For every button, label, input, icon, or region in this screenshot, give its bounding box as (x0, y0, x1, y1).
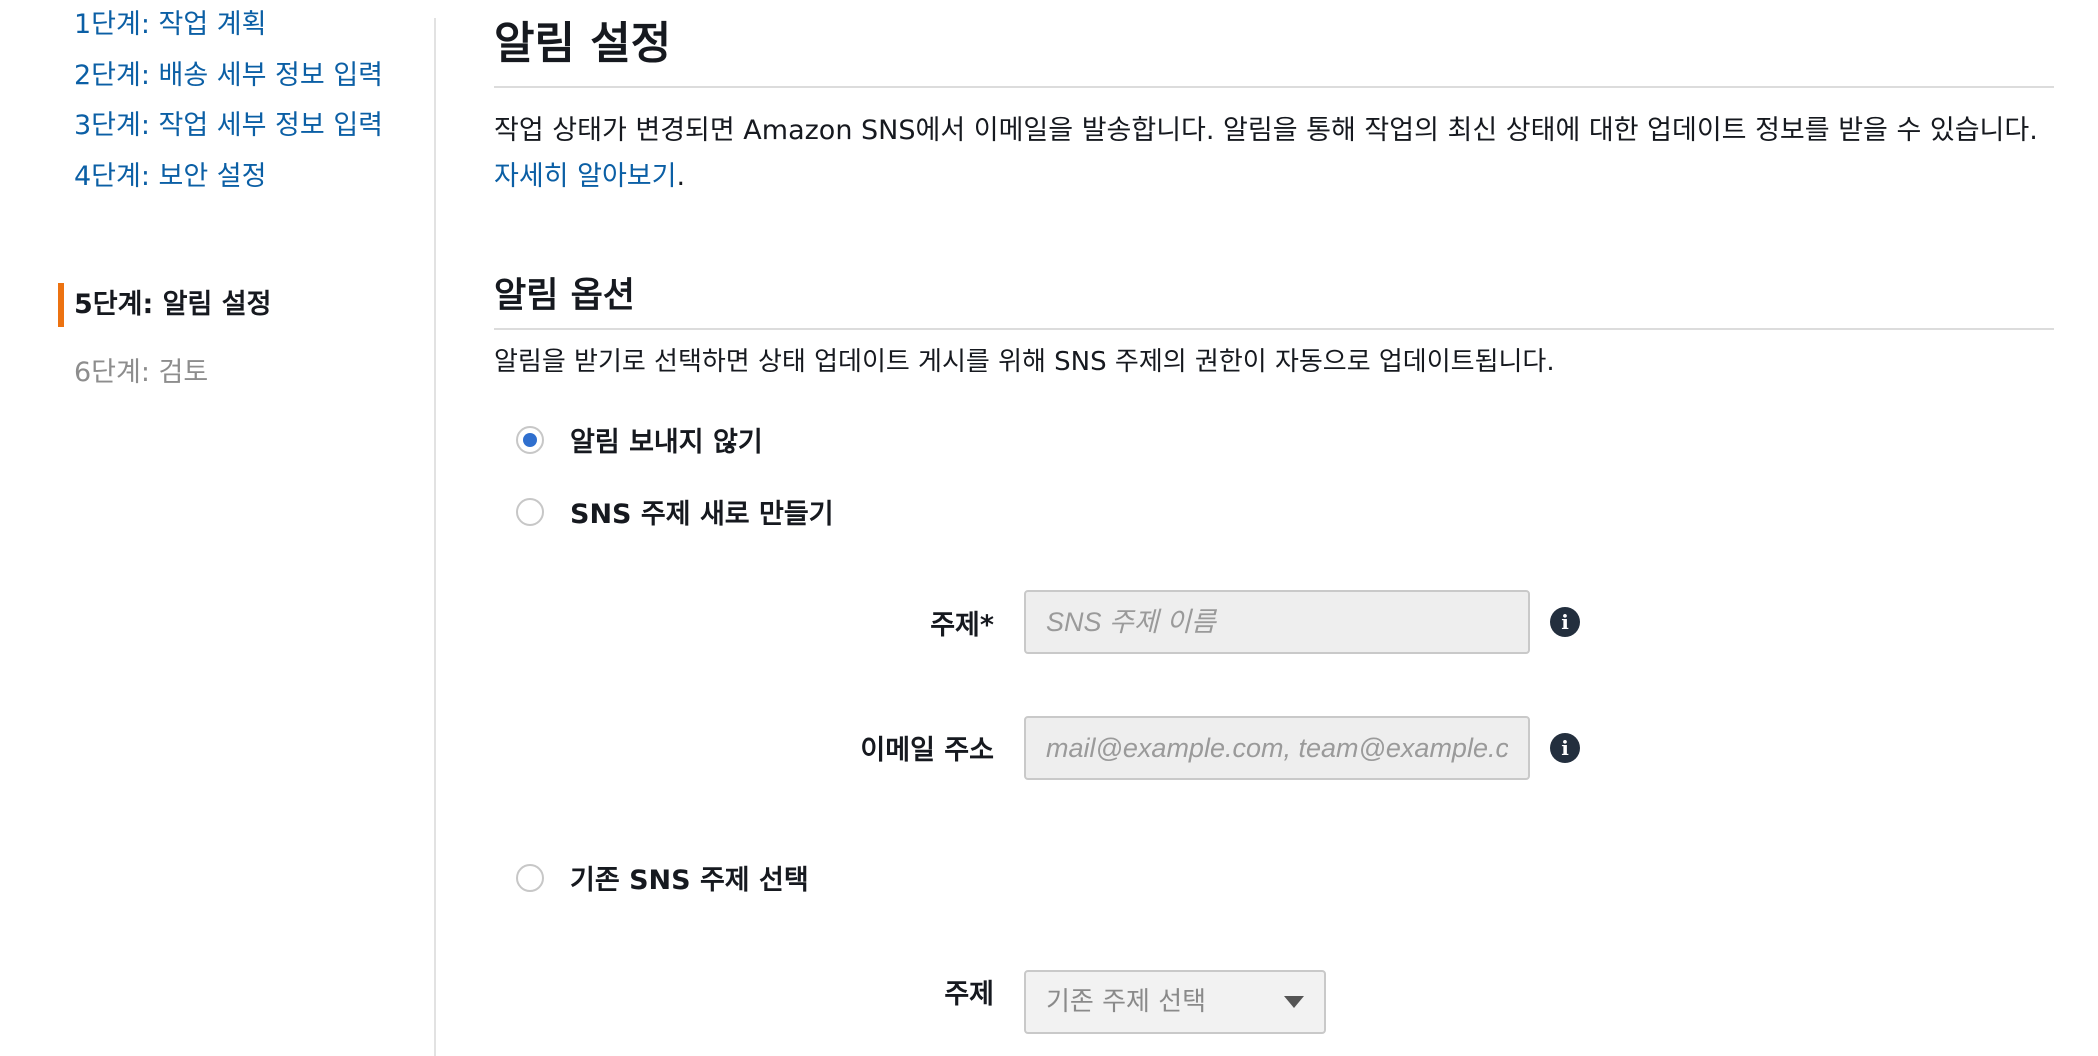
sidebar-step-5-current: 5단계: 알림 설정 (74, 289, 272, 320)
info-icon[interactable]: i (1550, 733, 1580, 763)
page-description: 작업 상태가 변경되면 Amazon SNS에서 이메일을 발송합니다. 알림을… (494, 108, 2054, 200)
sidebar-divider (434, 18, 436, 1056)
sidebar-step-2[interactable]: 2단계: 배송 세부 정보 입력 (74, 58, 383, 94)
radio-button[interactable] (516, 863, 544, 892)
radio-option-no-notification[interactable]: 알림 보내지 않기 (516, 420, 763, 459)
active-step-marker (58, 283, 64, 327)
topic-name-input[interactable] (1024, 590, 1530, 654)
page: 1단계: 작업 계획 2단계: 배송 세부 정보 입력 3단계: 작업 세부 정… (0, 0, 2098, 1056)
radio-button[interactable] (516, 497, 544, 526)
radio-option-new-sns-topic[interactable]: SNS 주제 새로 만들기 (516, 492, 834, 531)
step-sidebar: 1단계: 작업 계획 2단계: 배송 세부 정보 입력 3단계: 작업 세부 정… (0, 0, 436, 1056)
radio-option-existing-sns-topic[interactable]: 기존 SNS 주제 선택 (516, 858, 809, 897)
email-address-input[interactable] (1024, 716, 1530, 780)
topic-name-label: 주제* (930, 610, 994, 641)
description-text: 작업 상태가 변경되면 Amazon SNS에서 이메일을 발송합니다. 알림을… (494, 115, 2038, 146)
page-title: 알림 설정 (494, 18, 672, 69)
description-end: . (676, 161, 686, 192)
radio-label: 기존 SNS 주제 선택 (570, 865, 809, 896)
title-divider (494, 86, 2054, 88)
learn-more-link[interactable]: 자세히 알아보기 (494, 161, 676, 192)
radio-label: SNS 주제 새로 만들기 (570, 499, 834, 530)
select-value: 기존 주제 선택 (1046, 987, 1207, 1017)
email-address-label: 이메일 주소 (860, 735, 994, 766)
existing-topic-label: 주제 (944, 979, 994, 1010)
existing-topic-select[interactable]: 기존 주제 선택 (1024, 970, 1326, 1034)
sidebar-step-4[interactable]: 4단계: 보안 설정 (74, 159, 266, 195)
caret-down-icon (1284, 996, 1304, 1008)
radio-label: 알림 보내지 않기 (570, 427, 763, 458)
sidebar-step-6: 6단계: 검토 (74, 357, 209, 388)
radio-button-checked[interactable] (516, 425, 544, 454)
options-description: 알림을 받기로 선택하면 상태 업데이트 게시를 위해 SNS 주제의 권한이 … (494, 347, 1555, 377)
sidebar-step-3[interactable]: 3단계: 작업 세부 정보 입력 (74, 108, 383, 144)
options-section-title: 알림 옵션 (494, 276, 635, 316)
info-icon[interactable]: i (1550, 607, 1580, 637)
sidebar-step-1[interactable]: 1단계: 작업 계획 (74, 7, 266, 43)
section-divider (494, 328, 2054, 330)
